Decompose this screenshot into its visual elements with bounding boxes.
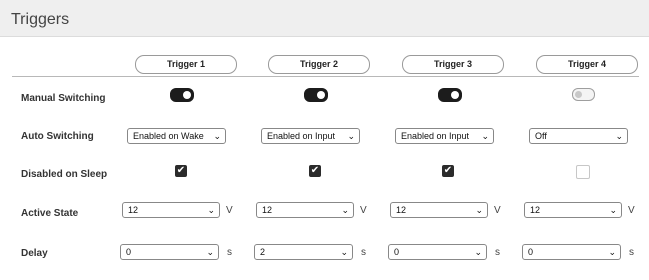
toggle-knob xyxy=(575,91,582,98)
checkmark-icon: ✔ xyxy=(310,165,320,176)
auto-switching-select-4[interactable]: Off ⌄ xyxy=(529,128,628,144)
active-state-select-3[interactable]: 12 ⌄ xyxy=(390,202,488,218)
select-value: 2 xyxy=(260,247,266,257)
panel-title-bar: Triggers xyxy=(0,0,649,37)
triggers-panel: Triggers Trigger 1 Trigger 2 Trigger 3 T… xyxy=(0,0,649,280)
select-value: Enabled on Input xyxy=(401,131,470,141)
delay-select-3[interactable]: 0 ⌄ xyxy=(388,244,487,260)
chevron-down-icon: ⌄ xyxy=(615,131,623,141)
disabled-on-sleep-checkbox-2[interactable]: ✔ xyxy=(309,165,321,177)
delay-unit-1: s xyxy=(227,247,232,258)
disabled-on-sleep-checkbox-3[interactable]: ✔ xyxy=(442,165,454,177)
active-state-label: Active State xyxy=(21,208,79,219)
select-value: 12 xyxy=(262,205,273,215)
chevron-down-icon: ⌄ xyxy=(347,131,355,141)
toggle-knob xyxy=(317,91,325,99)
chevron-down-icon: ⌄ xyxy=(609,205,617,215)
active-state-select-2[interactable]: 12 ⌄ xyxy=(256,202,354,218)
chevron-down-icon: ⌄ xyxy=(206,247,214,257)
delay-unit-2: s xyxy=(361,247,366,258)
manual-switching-toggle-2[interactable] xyxy=(304,88,328,102)
delay-unit-4: s xyxy=(629,247,634,258)
checkmark-icon: ✔ xyxy=(443,165,453,176)
active-state-unit-1: V xyxy=(226,205,233,216)
auto-switching-label: Auto Switching xyxy=(21,131,94,142)
manual-switching-toggle-1[interactable] xyxy=(170,88,194,102)
manual-switching-toggle-3[interactable] xyxy=(438,88,462,102)
toggle-knob xyxy=(183,91,191,99)
chevron-down-icon: ⌄ xyxy=(475,205,483,215)
manual-switching-toggle-4[interactable] xyxy=(572,88,595,101)
auto-switching-select-3[interactable]: Enabled on Input ⌄ xyxy=(395,128,494,144)
active-state-select-1[interactable]: 12 ⌄ xyxy=(122,202,220,218)
delay-unit-3: s xyxy=(495,247,500,258)
delay-select-2[interactable]: 2 ⌄ xyxy=(254,244,353,260)
chevron-down-icon: ⌄ xyxy=(213,131,221,141)
trigger-1-header[interactable]: Trigger 1 xyxy=(135,55,237,74)
select-value: Enabled on Input xyxy=(267,131,336,141)
header-divider xyxy=(12,76,639,77)
select-value: 0 xyxy=(528,247,534,257)
select-value: Off xyxy=(535,131,547,141)
chevron-down-icon: ⌄ xyxy=(481,131,489,141)
active-state-unit-2: V xyxy=(360,205,367,216)
disabled-on-sleep-checkbox-1[interactable]: ✔ xyxy=(175,165,187,177)
delay-label: Delay xyxy=(21,248,48,259)
chevron-down-icon: ⌄ xyxy=(207,205,215,215)
trigger-4-header[interactable]: Trigger 4 xyxy=(536,55,638,74)
trigger-3-header[interactable]: Trigger 3 xyxy=(402,55,504,74)
chevron-down-icon: ⌄ xyxy=(340,247,348,257)
toggle-knob xyxy=(451,91,459,99)
chevron-down-icon: ⌄ xyxy=(474,247,482,257)
active-state-unit-3: V xyxy=(494,205,501,216)
trigger-2-header[interactable]: Trigger 2 xyxy=(268,55,370,74)
disabled-on-sleep-label: Disabled on Sleep xyxy=(21,169,108,180)
chevron-down-icon: ⌄ xyxy=(341,205,349,215)
select-value: 0 xyxy=(126,247,132,257)
panel-title: Triggers xyxy=(11,11,70,28)
select-value: 12 xyxy=(128,205,139,215)
select-value: 12 xyxy=(530,205,541,215)
auto-switching-select-1[interactable]: Enabled on Wake ⌄ xyxy=(127,128,226,144)
delay-select-4[interactable]: 0 ⌄ xyxy=(522,244,621,260)
select-value: 12 xyxy=(396,205,407,215)
disabled-on-sleep-checkbox-4[interactable] xyxy=(576,165,590,179)
active-state-select-4[interactable]: 12 ⌄ xyxy=(524,202,622,218)
chevron-down-icon: ⌄ xyxy=(608,247,616,257)
select-value: 0 xyxy=(394,247,400,257)
delay-select-1[interactable]: 0 ⌄ xyxy=(120,244,219,260)
auto-switching-select-2[interactable]: Enabled on Input ⌄ xyxy=(261,128,360,144)
active-state-unit-4: V xyxy=(628,205,635,216)
manual-switching-label: Manual Switching xyxy=(21,93,106,104)
checkmark-icon: ✔ xyxy=(176,165,186,176)
select-value: Enabled on Wake xyxy=(133,131,204,141)
